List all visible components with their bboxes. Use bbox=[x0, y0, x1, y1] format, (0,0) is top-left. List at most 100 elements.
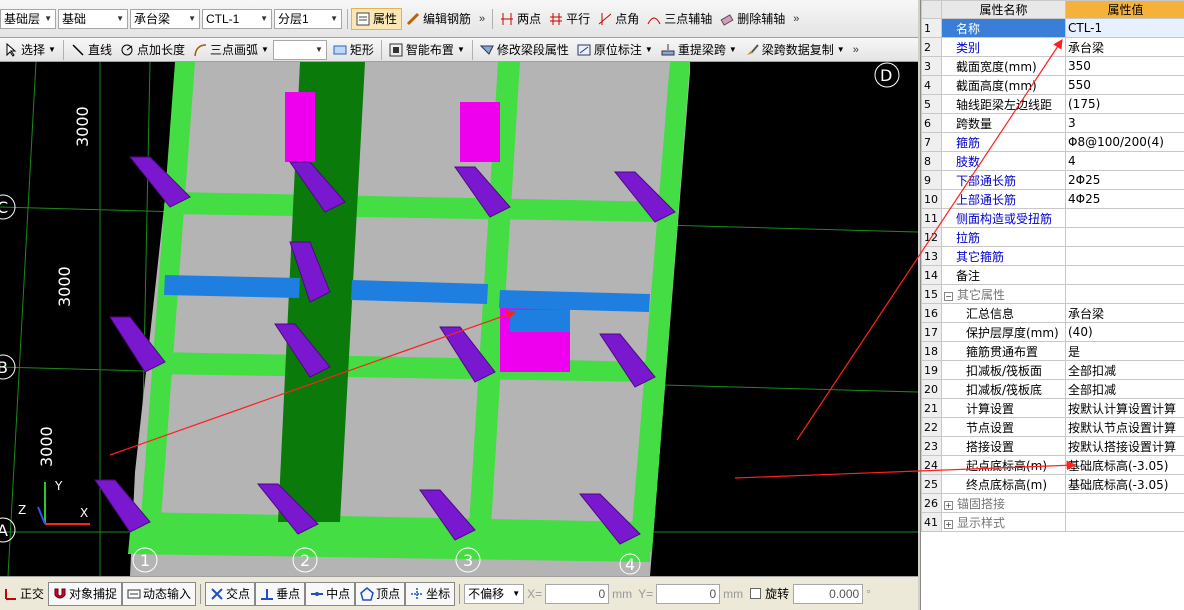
property-row[interactable]: 15− 其它属性 bbox=[921, 284, 1184, 304]
offset-mode-select[interactable]: 不偏移 ▼ bbox=[464, 583, 525, 604]
property-value[interactable]: 承台梁 bbox=[1065, 303, 1184, 323]
smart-layout-button[interactable]: 智能布置 ▼ bbox=[385, 39, 469, 61]
chevron-down-icon: ▼ bbox=[512, 589, 521, 598]
property-row[interactable]: 1 名称 CTL-1 bbox=[921, 18, 1184, 38]
parallel-button[interactable]: 平行 bbox=[545, 8, 594, 30]
property-row[interactable]: 8 肢数 4 bbox=[921, 151, 1184, 171]
properties-button[interactable]: 属性 bbox=[351, 7, 403, 30]
member-type-select[interactable]: 承台梁 ▼ bbox=[130, 8, 200, 29]
three-point-arc-button[interactable]: 三点画弧 ▼ bbox=[189, 39, 273, 61]
perpendicular-toggle[interactable]: 垂点 bbox=[255, 581, 306, 606]
property-row[interactable]: 6 跨数量 3 bbox=[921, 113, 1184, 133]
property-row[interactable]: 21 计算设置 按默认计算设置计算 bbox=[921, 398, 1184, 418]
property-value[interactable]: Φ8@100/200(4) bbox=[1065, 132, 1184, 152]
property-row[interactable]: 18 箍筋贯通布置 是 bbox=[921, 341, 1184, 361]
property-value[interactable]: 全部扣减 bbox=[1065, 379, 1184, 399]
property-value[interactable]: CTL-1 bbox=[1065, 18, 1184, 38]
row-number: 12 bbox=[921, 227, 942, 247]
property-value[interactable]: 4 bbox=[1065, 151, 1184, 171]
coordinate-toggle[interactable]: 坐标 bbox=[405, 581, 456, 606]
modify-beam-span-button[interactable]: 修改梁段属性 bbox=[476, 39, 573, 61]
property-row[interactable]: 11 侧面构造或受扭筋 bbox=[921, 208, 1184, 228]
property-value[interactable] bbox=[1065, 512, 1184, 532]
property-value[interactable]: 基础底标高(-3.05) bbox=[1065, 474, 1184, 494]
3d-viewport[interactable]: D C B A 1 2 3 4 3000 3000 3000 Y X Z bbox=[0, 62, 918, 576]
property-value[interactable] bbox=[1065, 265, 1184, 285]
three-point-axis-button[interactable]: 三点辅轴 bbox=[643, 8, 716, 30]
collapse-icon[interactable]: − bbox=[944, 291, 953, 301]
intersection-toggle[interactable]: 交点 bbox=[205, 581, 256, 606]
original-label-button[interactable]: 原位标注 ▼ bbox=[573, 39, 657, 61]
property-value[interactable]: (175) bbox=[1065, 94, 1184, 114]
property-row[interactable]: 13 其它箍筋 bbox=[921, 246, 1184, 266]
rotate-input[interactable]: 0.000 bbox=[793, 583, 864, 604]
dynamic-input-toggle[interactable]: 动态输入 bbox=[122, 581, 197, 606]
delete-axis-button[interactable]: 删除辅轴 bbox=[716, 8, 789, 30]
member-select[interactable]: CTL-1 ▼ bbox=[202, 8, 272, 29]
rotate-checkbox[interactable] bbox=[750, 588, 762, 599]
relift-span-button[interactable]: 重提梁跨 ▼ bbox=[657, 39, 741, 61]
property-value[interactable]: (40) bbox=[1065, 322, 1184, 342]
property-row[interactable]: 12 拉筋 bbox=[921, 227, 1184, 247]
property-row[interactable]: 5 轴线距梁左边线距 (175) bbox=[921, 94, 1184, 114]
vertex-toggle[interactable]: 顶点 bbox=[355, 581, 406, 606]
expand-icon[interactable]: + bbox=[944, 519, 953, 529]
floor-select[interactable]: 基础层 ▼ bbox=[0, 8, 56, 29]
property-row[interactable]: 4 截面高度(mm) 550 bbox=[921, 75, 1184, 95]
property-value[interactable] bbox=[1065, 284, 1184, 304]
copy-span-data-button[interactable]: 梁跨数据复制 ▼ bbox=[741, 39, 849, 61]
snap-toggle[interactable]: 对象捕捉 bbox=[48, 581, 123, 606]
rect-button[interactable]: 矩形 bbox=[329, 39, 378, 61]
property-value[interactable]: 550 bbox=[1065, 75, 1184, 95]
line-button[interactable]: 直线 bbox=[67, 39, 116, 61]
toolbar-overflow-icon[interactable]: » bbox=[475, 13, 489, 25]
property-row[interactable]: 19 扣减板/筏板面 全部扣减 bbox=[921, 360, 1184, 380]
property-value[interactable]: 是 bbox=[1065, 341, 1184, 361]
property-value[interactable] bbox=[1065, 246, 1184, 266]
property-row[interactable]: 25 终点底标高(m) 基础底标高(-3.05) bbox=[921, 474, 1184, 494]
property-name: 起点底标高(m) bbox=[941, 455, 1066, 475]
property-row[interactable]: 2 类别 承台梁 bbox=[921, 37, 1184, 57]
toolbar-overflow-icon[interactable]: » bbox=[789, 13, 803, 25]
property-value[interactable]: 按默认计算设置计算 bbox=[1065, 398, 1184, 418]
point-add-length-button[interactable]: 点加长度 bbox=[116, 39, 189, 61]
x-input[interactable]: 0 bbox=[545, 583, 610, 604]
property-value[interactable] bbox=[1065, 493, 1184, 513]
two-points-button[interactable]: 两点 bbox=[496, 8, 545, 30]
property-row[interactable]: 26 + 锚固搭接 bbox=[921, 493, 1184, 513]
y-input[interactable]: 0 bbox=[656, 583, 721, 604]
expand-icon[interactable]: + bbox=[944, 500, 953, 510]
toolbar-overflow-icon[interactable]: » bbox=[849, 44, 863, 56]
property-value[interactable]: 按默认节点设置计算 bbox=[1065, 417, 1184, 437]
property-row[interactable]: 7 箍筋 Φ8@100/200(4) bbox=[921, 132, 1184, 152]
property-row[interactable]: 14 备注 bbox=[921, 265, 1184, 285]
property-row[interactable]: 10 上部通长筋 4Φ25 bbox=[921, 189, 1184, 209]
property-row[interactable]: 20 扣减板/筏板底 全部扣减 bbox=[921, 379, 1184, 399]
property-value[interactable]: 承台梁 bbox=[1065, 37, 1184, 57]
property-value[interactable]: 2Φ25 bbox=[1065, 170, 1184, 190]
property-value[interactable]: 4Φ25 bbox=[1065, 189, 1184, 209]
property-value[interactable]: 基础底标高(-3.05) bbox=[1065, 455, 1184, 475]
ortho-toggle[interactable]: 正交 bbox=[0, 582, 48, 606]
property-value[interactable]: 按默认搭接设置计算 bbox=[1065, 436, 1184, 456]
property-row[interactable]: 16 汇总信息 承台梁 bbox=[921, 303, 1184, 323]
property-row[interactable]: 9 下部通长筋 2Φ25 bbox=[921, 170, 1184, 190]
property-value[interactable]: 3 bbox=[1065, 113, 1184, 133]
property-row[interactable]: 17 保护层厚度(mm) (40) bbox=[921, 322, 1184, 342]
point-angle-button[interactable]: 点角 bbox=[594, 8, 643, 30]
property-row[interactable]: 41 + 显示样式 bbox=[921, 512, 1184, 532]
layer-select[interactable]: 分层1 ▼ bbox=[274, 8, 342, 29]
property-value[interactable]: 全部扣减 bbox=[1065, 360, 1184, 380]
property-row[interactable]: 22 节点设置 按默认节点设置计算 bbox=[921, 417, 1184, 437]
property-row[interactable]: 23 搭接设置 按默认搭接设置计算 bbox=[921, 436, 1184, 456]
property-value[interactable] bbox=[1065, 208, 1184, 228]
property-row[interactable]: 24 起点底标高(m) 基础底标高(-3.05) bbox=[921, 455, 1184, 475]
property-value[interactable] bbox=[1065, 227, 1184, 247]
select-button[interactable]: 选择 ▼ bbox=[0, 39, 60, 61]
property-value[interactable]: 350 bbox=[1065, 56, 1184, 76]
arc-mode-select[interactable]: ▼ bbox=[272, 39, 327, 60]
property-row[interactable]: 3 截面宽度(mm) 350 bbox=[921, 56, 1184, 76]
edit-rebar-button[interactable]: 编辑钢筋 bbox=[402, 8, 475, 30]
midpoint-toggle[interactable]: 中点 bbox=[305, 581, 356, 606]
category-select[interactable]: 基础 ▼ bbox=[58, 8, 128, 29]
